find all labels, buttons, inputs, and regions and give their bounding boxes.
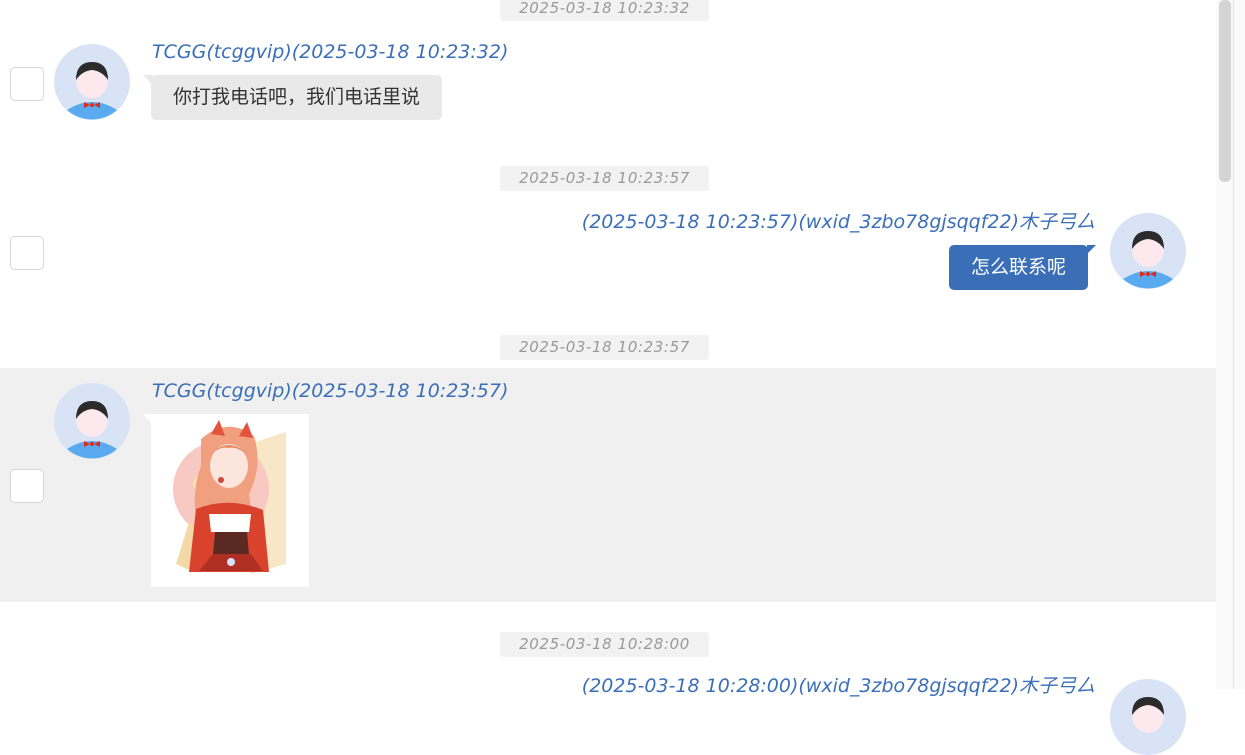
user-avatar-icon[interactable]	[54, 383, 130, 459]
anime-girl-illustration	[151, 414, 309, 587]
sender-name: (2025-03-18 10:23:57)(wxid_3zbo78gjsqqf2…	[581, 211, 1095, 233]
sender-name: TCGG(tcggvip)(2025-03-18 10:23:57)	[152, 380, 509, 402]
image-message-bubble[interactable]	[143, 414, 309, 587]
message-bubble[interactable]: 你打我电话吧，我们电话里说	[142, 75, 443, 120]
sender-name: (2025-03-18 10:28:00)(wxid_3zbo78gjsqqf2…	[581, 675, 1095, 697]
user-avatar-icon[interactable]	[1110, 679, 1186, 755]
message-timestamp: 2025-03-18 10:23:32	[500, 0, 709, 21]
message-timestamp: 2025-03-18 10:28:00	[500, 632, 709, 657]
scrollbar-divider	[1233, 0, 1234, 689]
message-timestamp: 2025-03-18 10:23:57	[500, 335, 709, 360]
message-bubble[interactable]: 怎么联系呢	[948, 245, 1097, 290]
chat-message-list: 2025-03-18 10:23:32 TCGG(tcggvip)(2025-0…	[0, 0, 1216, 755]
user-avatar-icon[interactable]	[54, 44, 130, 120]
scrollbar-thumb[interactable]	[1219, 0, 1231, 182]
message-timestamp: 2025-03-18 10:23:57	[500, 166, 709, 191]
sender-name: TCGG(tcggvip)(2025-03-18 10:23:32)	[152, 41, 509, 63]
user-avatar-icon[interactable]	[1110, 213, 1186, 289]
message-select-checkbox[interactable]	[10, 236, 44, 270]
message-select-checkbox[interactable]	[10, 67, 44, 101]
message-select-checkbox[interactable]	[10, 469, 44, 503]
